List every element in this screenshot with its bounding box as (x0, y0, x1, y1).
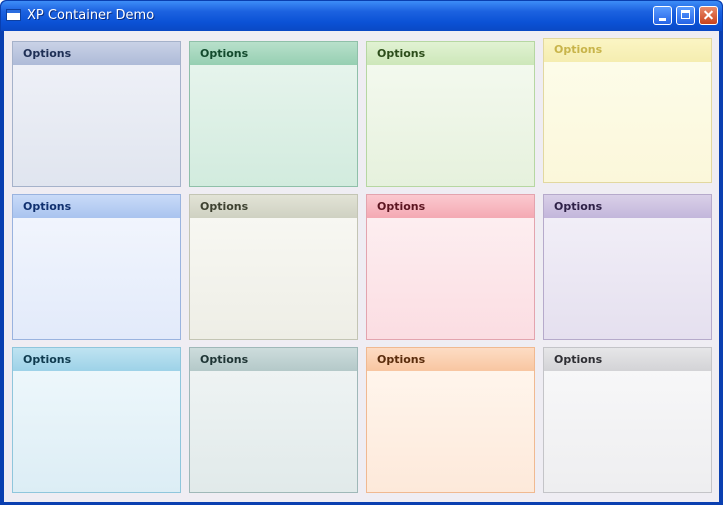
panel-body (13, 218, 180, 339)
panel-header[interactable]: Options (190, 348, 357, 371)
panel-body (367, 371, 534, 492)
maximize-icon (681, 10, 690, 19)
panel-header[interactable]: Options (367, 195, 534, 218)
options-panel: Options (366, 347, 535, 493)
options-panel: Options (189, 194, 358, 340)
panel-header[interactable]: Options (190, 195, 357, 218)
options-panel: Options (543, 347, 712, 493)
panel-header[interactable]: Options (13, 42, 180, 65)
close-button[interactable] (699, 6, 718, 25)
title-bar[interactable]: XP Container Demo (1, 1, 722, 31)
minimize-button[interactable] (653, 6, 672, 25)
panel-body (190, 371, 357, 492)
client-area: Options Options Options Options Options … (4, 31, 719, 502)
app-window: XP Container Demo Options Options Option… (0, 0, 723, 505)
panel-header[interactable]: Options (544, 39, 711, 62)
panel-header[interactable]: Options (190, 42, 357, 65)
options-panel: Options (366, 194, 535, 340)
panel-header[interactable]: Options (367, 348, 534, 371)
options-panel: Options (12, 194, 181, 340)
options-panel: Options (12, 347, 181, 493)
panel-header[interactable]: Options (13, 195, 180, 218)
window-icon[interactable] (6, 9, 21, 21)
panel-body (190, 218, 357, 339)
panel-body (544, 62, 711, 182)
panel-header[interactable]: Options (544, 348, 711, 371)
window-title: XP Container Demo (27, 8, 155, 23)
panel-body (367, 65, 534, 186)
options-panel: Options (189, 41, 358, 187)
options-panel: Options (543, 194, 712, 340)
options-panel: Options (189, 347, 358, 493)
panel-body (544, 218, 711, 339)
options-panel: Options (12, 41, 181, 187)
panel-body (544, 371, 711, 492)
maximize-button[interactable] (676, 6, 695, 25)
panel-body (13, 371, 180, 492)
options-panel: Options (543, 38, 712, 183)
panel-header[interactable]: Options (13, 348, 180, 371)
panel-body (367, 218, 534, 339)
panel-body (13, 65, 180, 186)
minimize-icon (659, 18, 666, 21)
panel-body (190, 65, 357, 186)
options-panel: Options (366, 41, 535, 187)
panel-header[interactable]: Options (544, 195, 711, 218)
panel-header[interactable]: Options (367, 42, 534, 65)
close-icon (700, 7, 717, 24)
